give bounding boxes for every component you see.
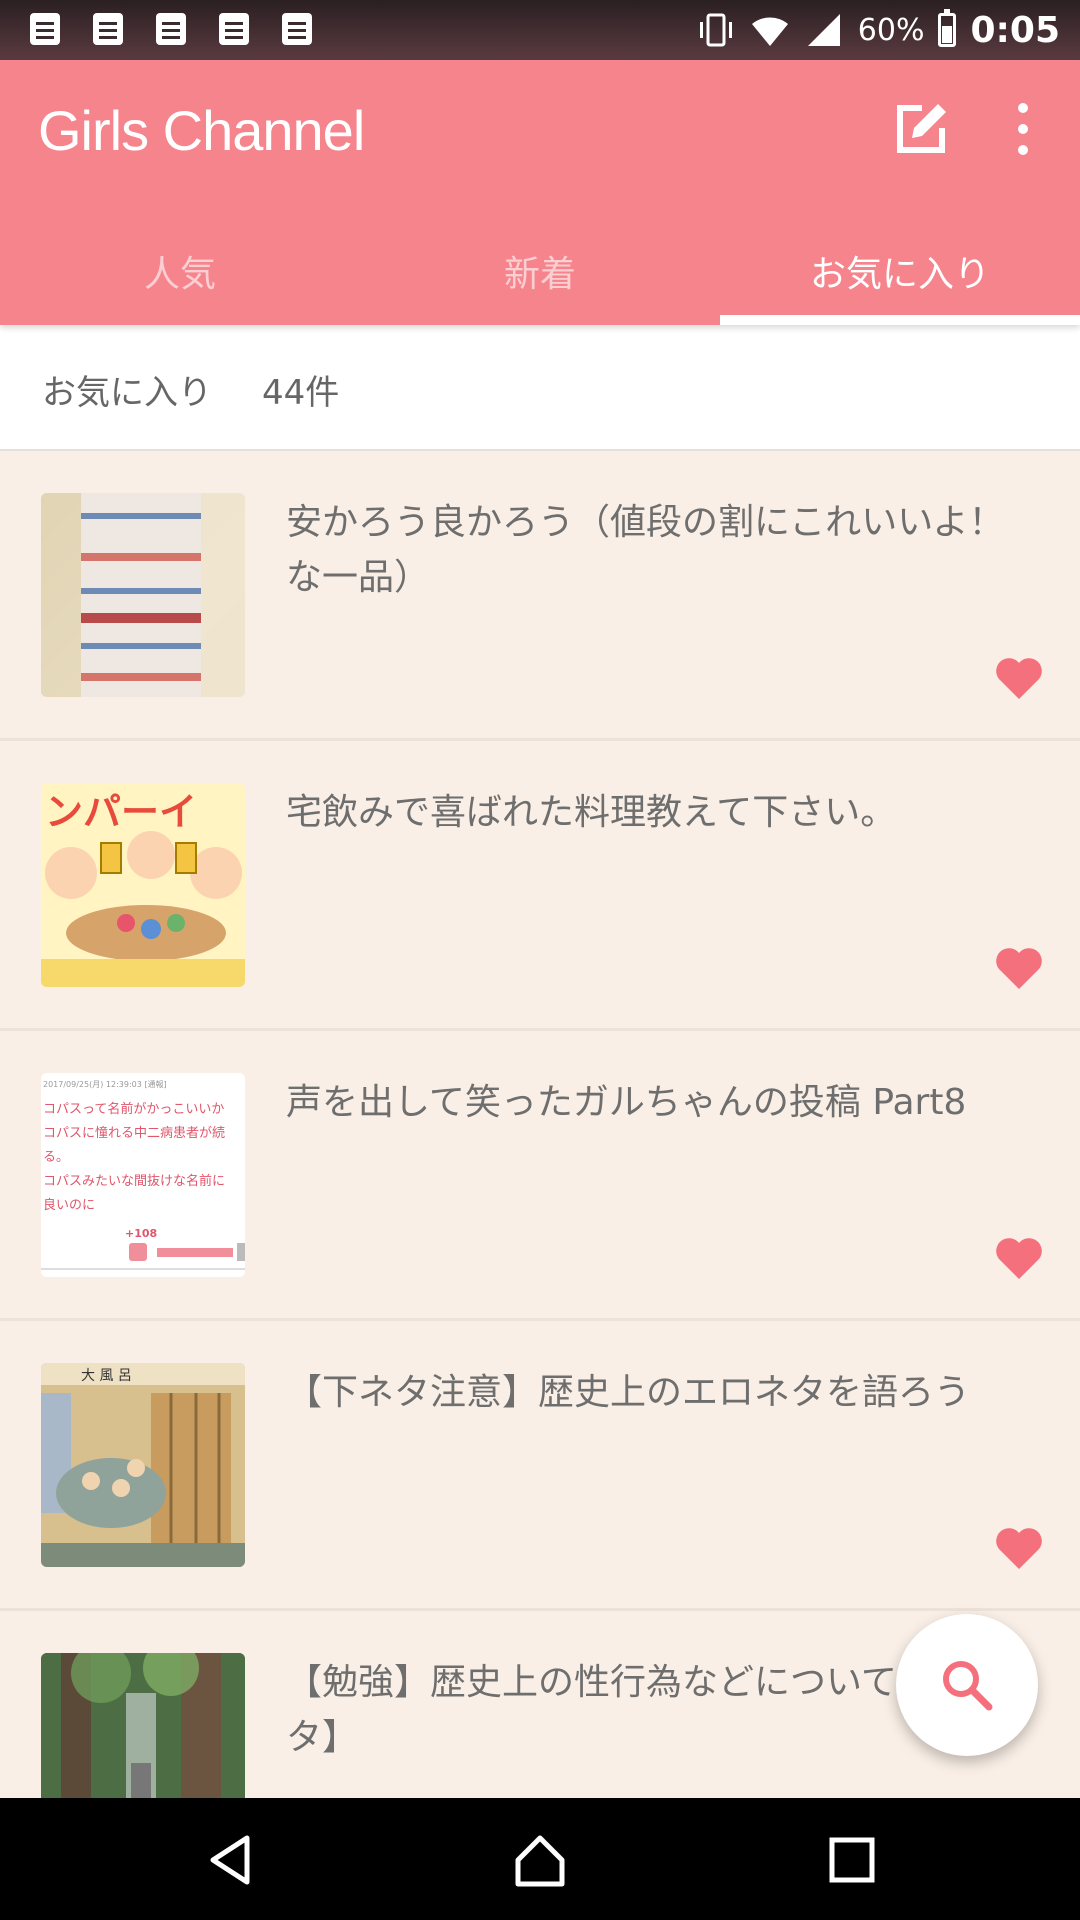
search-icon <box>943 1661 993 1711</box>
heart-icon[interactable] <box>994 1235 1044 1281</box>
tab-new[interactable]: 新着 <box>360 235 720 325</box>
heart-icon[interactable] <box>994 655 1044 701</box>
thumbnail-image: 大 風 呂 <box>41 1363 245 1567</box>
item-title: 声を出して笑ったガルちゃんの投稿 Part8 <box>286 1082 967 1123</box>
tab-bar: 人気 新着 お気に入り <box>0 235 1080 325</box>
compose-icon[interactable] <box>892 100 950 158</box>
search-fab[interactable] <box>896 1614 1038 1756</box>
screenshot-votes: +108 <box>125 1227 157 1240</box>
status-bar: 60% 0:05 <box>0 0 1080 60</box>
list-item[interactable]: 安かろう良かろう（値段の割にこれいいよ！な一品） <box>0 451 1080 741</box>
notepad-icon <box>30 13 60 45</box>
more-vert-icon[interactable] <box>1000 98 1046 160</box>
notepad-icon <box>219 13 249 45</box>
battery-percent: 60% <box>857 12 925 48</box>
ukiyoe-label: 大 風 呂 <box>81 1368 132 1384</box>
status-right: 60% 0:05 <box>696 8 1060 52</box>
item-title: 安かろう良かろう（値段の割にこれいいよ！な一品） <box>286 502 1005 598</box>
notepad-icon <box>156 13 186 45</box>
home-icon[interactable] <box>512 1832 568 1888</box>
battery-icon <box>938 9 957 47</box>
screenshot-line: 良いのに <box>43 1197 95 1213</box>
screenshot-line: る。 <box>43 1150 69 1165</box>
notification-icons <box>30 13 312 45</box>
item-title: 【下ネタ注意】歴史上のエロネタを語ろう <box>286 1372 971 1413</box>
vibrate-icon <box>699 13 732 47</box>
heart-icon[interactable] <box>994 1525 1044 1571</box>
back-icon[interactable] <box>203 1832 259 1888</box>
notepad-icon <box>93 13 123 45</box>
ukiyoe-bathhouse: 大 風 呂 <box>41 1363 245 1567</box>
kanpai-illustration: ンパーイ <box>41 783 245 987</box>
system-nav-bar <box>0 1798 1080 1920</box>
app-bar: Girls Channel 人気 新着 お気に入り <box>0 60 1080 325</box>
list-item[interactable]: ンパーイ 宅飲みで喜ばれた料理教えて下さい。 <box>0 741 1080 1031</box>
app-title: Girls Channel <box>38 99 365 162</box>
item-title: 宅飲みで喜ばれた料理教えて下さい。 <box>286 792 897 833</box>
tab-popular[interactable]: 人気 <box>0 235 360 325</box>
wifi-icon <box>751 17 788 46</box>
kanpai-text: ンパーイ <box>45 790 197 834</box>
favorites-count-bar: お気に入り 44件 <box>0 325 1080 451</box>
favorites-count: 44件 <box>262 373 340 413</box>
screenshot-line: コパスって名前がかっこいいか <box>43 1101 224 1117</box>
thumbnail-image: 2017/09/25(月) 12:39:03 [通報] コパスって名前がかっこい… <box>41 1073 245 1277</box>
list-item[interactable]: 2017/09/25(月) 12:39:03 [通報] コパスって名前がかっこい… <box>0 1031 1080 1321</box>
screenshot-date: 2017/09/25(月) 12:39:03 [通報] <box>43 1079 167 1089</box>
clock: 0:05 <box>970 9 1060 51</box>
thumbnail-image <box>41 493 245 697</box>
list-item[interactable]: 大 風 呂 【下ネタ注意】歴史上のエロネタを語ろう <box>0 1321 1080 1611</box>
signal-icon <box>807 14 840 46</box>
comment-screenshot: 2017/09/25(月) 12:39:03 [通報] コパスって名前がかっこい… <box>41 1073 245 1277</box>
thumbnail-image: ンパーイ <box>41 783 245 987</box>
heart-icon[interactable] <box>994 945 1044 991</box>
recents-icon[interactable] <box>824 1832 880 1888</box>
screenshot-line: コパスに憧れる中二病患者が続 <box>43 1126 225 1141</box>
screenshot-line: コパスみたいな間抜けな名前に <box>43 1173 225 1189</box>
favorites-label: お気に入り <box>42 373 212 413</box>
tab-favorites[interactable]: お気に入り <box>720 235 1080 325</box>
notepad-icon <box>282 13 312 45</box>
washi-tape-photo <box>41 493 245 697</box>
